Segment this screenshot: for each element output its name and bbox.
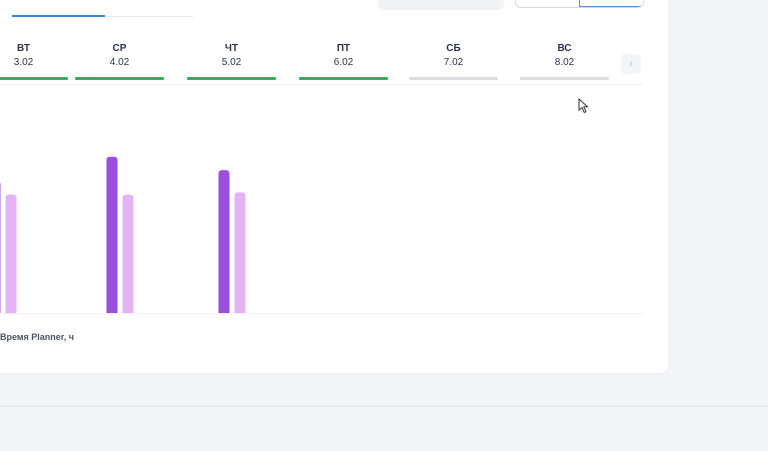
planner-card: ВТ 3.02 СР 4.02 ЧТ 5.02 ПТ 6.02 СБ 7.02 … bbox=[0, 0, 668, 373]
day-status-bar bbox=[520, 77, 609, 80]
day-date: 8.02 bbox=[554, 57, 575, 68]
day-sun[interactable]: ВС 8.02 bbox=[520, 43, 609, 80]
chart-baseline bbox=[0, 313, 643, 314]
day-name: СР bbox=[112, 43, 127, 54]
day-status-bar bbox=[75, 77, 164, 80]
bar-series1-СР bbox=[106, 156, 118, 314]
bar-series2-ВТ bbox=[5, 194, 17, 314]
day-name: ПТ bbox=[336, 43, 351, 54]
day-date: 3.02 bbox=[13, 57, 34, 68]
day-wed[interactable]: СР 4.02 bbox=[75, 43, 164, 80]
next-week-button[interactable]: › bbox=[621, 54, 641, 74]
active-tab-indicator bbox=[12, 15, 105, 17]
day-date: 4.02 bbox=[109, 57, 130, 68]
footer-divider bbox=[0, 406, 768, 407]
bar-series1-ВТ bbox=[0, 182, 1, 314]
period-toggle[interactable] bbox=[515, 0, 644, 8]
day-thu[interactable]: ЧТ 5.02 bbox=[187, 43, 276, 80]
period-toggle-right[interactable] bbox=[579, 0, 643, 7]
week-divider bbox=[0, 84, 643, 85]
day-status-bar bbox=[299, 77, 388, 80]
day-status-bar bbox=[187, 77, 276, 80]
day-status-bar bbox=[409, 77, 498, 80]
hours-bar-chart bbox=[0, 156, 246, 314]
bar-series2-ЧТ bbox=[234, 192, 246, 314]
search-field[interactable] bbox=[378, 0, 504, 10]
day-name: СБ bbox=[446, 43, 461, 54]
day-tue[interactable]: ВТ 3.02 bbox=[0, 43, 68, 80]
day-name: ЧТ bbox=[224, 43, 239, 54]
day-date: 7.02 bbox=[443, 57, 464, 68]
day-name: ВС bbox=[557, 43, 572, 54]
bar-series1-ЧТ bbox=[218, 170, 230, 314]
legend-label: Время Planner, ч bbox=[0, 332, 75, 342]
day-status-bar bbox=[0, 77, 68, 80]
day-name: ВТ bbox=[17, 43, 30, 54]
period-toggle-left[interactable] bbox=[516, 0, 579, 7]
chevron-right-icon: › bbox=[629, 58, 633, 70]
day-date: 5.02 bbox=[221, 57, 242, 68]
day-sat[interactable]: СБ 7.02 bbox=[409, 43, 498, 80]
bar-series2-СР bbox=[122, 194, 134, 314]
day-date: 6.02 bbox=[333, 57, 354, 68]
tab-divider bbox=[105, 16, 193, 17]
mouse-cursor-icon bbox=[578, 98, 589, 114]
day-fri[interactable]: ПТ 6.02 bbox=[299, 43, 388, 80]
